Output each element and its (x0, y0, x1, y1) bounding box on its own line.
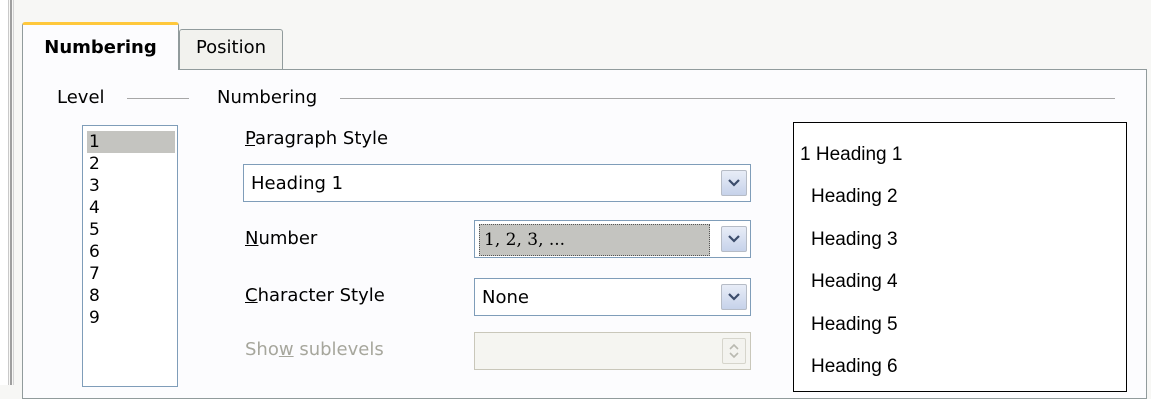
level-item[interactable]: 1 (87, 131, 175, 153)
character-style-select[interactable]: None (474, 278, 751, 316)
number-label-text: umber (258, 228, 318, 249)
chevron-down-icon[interactable] (721, 284, 747, 310)
level-item[interactable]: 6 (87, 241, 175, 263)
preview-heading-4: Heading 4 (811, 271, 898, 292)
paragraph-style-mnemonic: P (245, 128, 256, 149)
preview-heading-2: Heading 2 (811, 186, 898, 207)
tab-position[interactable]: Position (179, 29, 283, 69)
window-border-shadow (13, 0, 14, 385)
preview-heading-5: Heading 5 (811, 314, 898, 335)
number-format-select[interactable]: 1, 2, 3, ... (474, 220, 751, 258)
character-style-label: Character Style (245, 287, 385, 305)
tab-numbering[interactable]: Numbering (22, 22, 179, 70)
paragraph-style-select[interactable]: Heading 1 (243, 164, 751, 202)
chevron-down-icon[interactable] (721, 226, 747, 252)
show-sublevels-label: Show sublevels (245, 341, 384, 359)
number-format-value: 1, 2, 3, ... (479, 224, 710, 256)
level-list[interactable]: 1 2 3 4 5 6 7 8 9 (82, 125, 178, 387)
level-item[interactable]: 2 (87, 153, 175, 175)
level-group-label: Level (57, 87, 105, 108)
level-item[interactable]: 8 (87, 285, 175, 307)
chevron-down-icon[interactable] (721, 170, 747, 196)
character-style-mnemonic: C (245, 285, 258, 306)
number-label: Number (245, 230, 317, 248)
character-style-label-text: haracter Style (257, 285, 385, 306)
show-sublevels-label-pre: Sho (245, 339, 279, 360)
show-sublevels-mnemonic: w (278, 339, 294, 360)
numbering-preview: 1 Heading 1 Heading 2 Heading 3 Heading … (793, 122, 1127, 392)
paragraph-style-label-text: aragraph Style (255, 128, 389, 149)
level-item[interactable]: 4 (87, 197, 175, 219)
character-style-value: None (482, 287, 529, 308)
window-frame-left (0, 0, 9, 385)
numbering-group-label: Numbering (217, 87, 318, 108)
level-item[interactable]: 3 (87, 175, 175, 197)
paragraph-style-label: Paragraph Style (245, 130, 388, 148)
number-mnemonic: N (245, 228, 259, 249)
numbering-group-line (340, 98, 1115, 99)
level-item[interactable]: 7 (87, 263, 175, 285)
preview-heading-3: Heading 3 (811, 229, 898, 250)
preview-heading-1: 1 Heading 1 (800, 144, 903, 165)
level-item[interactable]: 9 (87, 307, 175, 329)
preview-heading-6: Heading 6 (811, 356, 898, 377)
show-sublevels-spinbox[interactable] (474, 332, 751, 370)
show-sublevels-label-text: sublevels (293, 339, 384, 360)
level-group-line (127, 98, 189, 99)
window-border-line (10, 0, 12, 385)
spin-arrows-icon[interactable] (722, 338, 746, 364)
level-item[interactable]: 5 (87, 219, 175, 241)
paragraph-style-value: Heading 1 (251, 173, 344, 194)
